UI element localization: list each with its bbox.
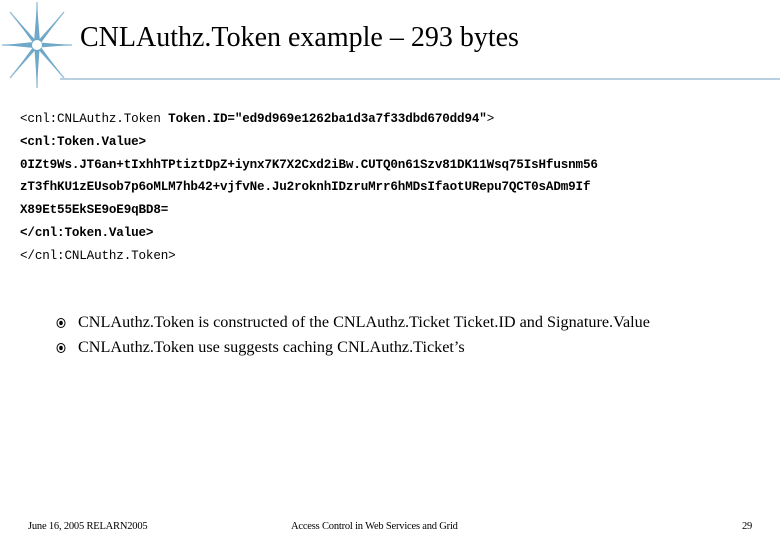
title-divider xyxy=(60,78,780,80)
bullet-list: CNLAuthz.Token is constructed of the CNL… xyxy=(56,310,650,360)
code-token-tag-end: > xyxy=(486,112,495,126)
footer-title: Access Control in Web Services and Grid xyxy=(291,521,458,532)
slide-title: CNLAuthz.Token example – 293 bytes xyxy=(80,22,519,53)
code-token-id-attr: Token.ID="ed9d969e1262ba1d3a7f33dbd670dd… xyxy=(168,112,487,126)
bullet-item: CNLAuthz.Token is constructed of the CNL… xyxy=(56,310,650,335)
code-line-open-token: <cnl:CNLAuthz.Token Token.ID="ed9d969e12… xyxy=(20,108,772,131)
code-line-close-token: </cnl:CNLAuthz.Token> xyxy=(20,248,176,263)
bullet-text: CNLAuthz.Token is constructed of the CNL… xyxy=(78,313,650,331)
star-burst-icon xyxy=(2,2,72,88)
code-line-value-2: zT3fhKU1zEUsob7p6oMLM7hb42+vjfvNe.Ju2rok… xyxy=(20,180,591,195)
bullet-disc-icon xyxy=(56,342,66,353)
bullet-text: CNLAuthz.Token use suggests caching CNLA… xyxy=(78,338,465,356)
code-token-tag: <cnl:CNLAuthz.Token xyxy=(20,112,169,126)
page-number: 29 xyxy=(742,521,753,532)
xml-code-block: <cnl:CNLAuthz.Token Token.ID="ed9d969e12… xyxy=(20,108,772,268)
bullet-item: CNLAuthz.Token use suggests caching CNLA… xyxy=(56,335,650,360)
footer-date: June 16, 2005 RELARN2005 xyxy=(28,521,148,532)
code-line-value-3: X89Et55EkSE9oE9qBD8= xyxy=(20,203,169,218)
code-line-open-value: <cnl:Token.Value> xyxy=(20,134,146,149)
code-line-value-1: 0IZt9Ws.JT6an+tIxhhTPtiztDpZ+iynx7K7X2Cx… xyxy=(20,157,598,172)
bullet-disc-icon xyxy=(56,317,66,328)
code-line-close-value: </cnl:Token.Value> xyxy=(20,225,154,240)
